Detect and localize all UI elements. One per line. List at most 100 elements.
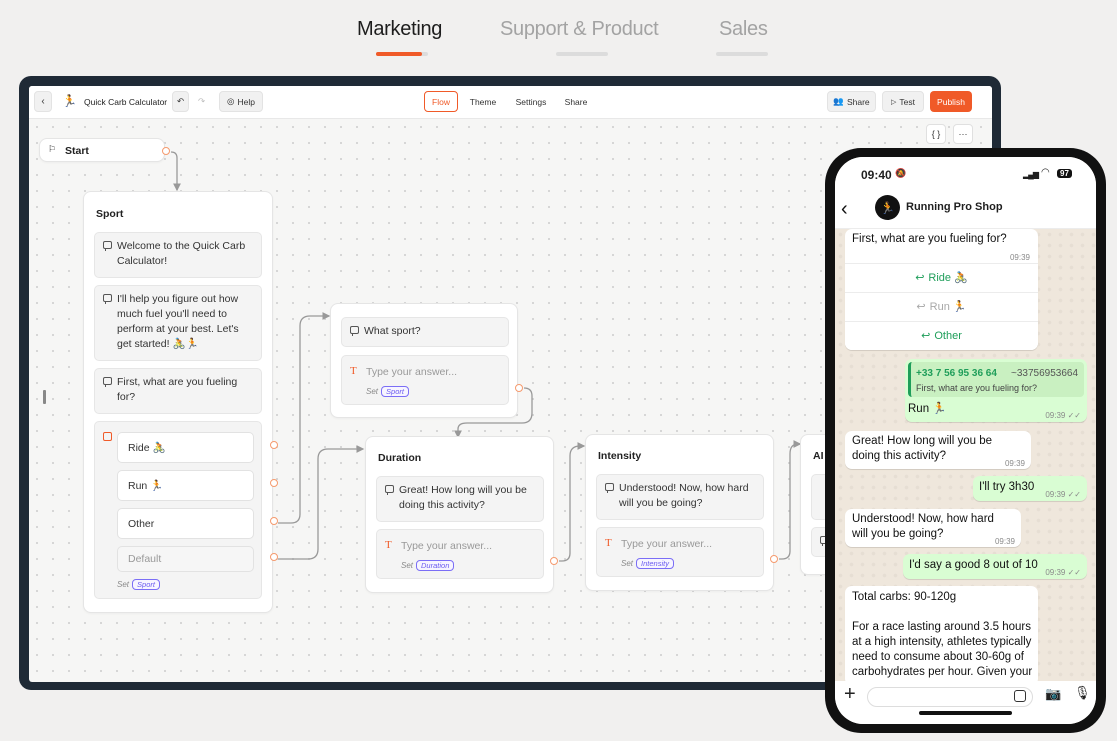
plus-icon[interactable]: +: [844, 683, 856, 706]
quoted-message[interactable]: +33 7 56 95 36 64 ~33756953664 First, wh…: [908, 362, 1084, 397]
text-input-icon: T: [350, 365, 357, 377]
sport-group[interactable]: Sport Welcome to the Quick Carb Calculat…: [83, 191, 273, 613]
incoming-message-question: First, what are you fueling for? 09:39 ↩…: [845, 229, 1038, 350]
wifi-icon: ◠: [1041, 167, 1050, 178]
choice-run[interactable]: Run 🏃: [117, 470, 254, 501]
reply-icon: ↩: [921, 329, 931, 342]
choice-ride[interactable]: Ride 🚴: [117, 432, 254, 463]
variable-tag[interactable]: Sport: [132, 579, 160, 590]
intensity-set: Set Intensity: [621, 558, 674, 569]
outgoing-message-run: +33 7 56 95 36 64 ~33756953664 First, wh…: [905, 359, 1087, 422]
variable-tag[interactable]: Sport: [381, 386, 409, 397]
microphone-icon[interactable]: 🎙: [1074, 685, 1091, 701]
intensity-title: Intensity: [598, 450, 642, 462]
what-sport-input[interactable]: T Type your answer... Set Sport: [341, 355, 509, 405]
what-sport-text: What sport?: [364, 325, 421, 337]
status-time: 09:40: [861, 168, 892, 182]
message-time: 09:39: [1004, 459, 1025, 468]
chat-area: First, what are you fueling for? 09:39 ↩…: [835, 229, 1096, 686]
set-label: Set: [621, 559, 634, 568]
text-input-icon: T: [385, 539, 392, 551]
bell-slash-icon: 🔕: [895, 168, 907, 178]
message-icon: [103, 241, 112, 251]
message-text: I'll try 3h30: [979, 481, 1035, 493]
what-sport-message[interactable]: What sport?: [341, 317, 509, 347]
quick-reply-ride[interactable]: ↩ Ride 🚴: [845, 263, 1038, 292]
message-text-body: For a race lasting around 3.5 hours at a…: [852, 621, 1033, 678]
sport-title: Sport: [96, 208, 124, 220]
ai-title: AI: [813, 450, 824, 462]
intensity-input[interactable]: T Type your answer... Set Intensity: [596, 527, 764, 577]
reply-label: Other: [934, 329, 962, 342]
sport-message-1-text: Welcome to the Quick Carb Calculator!: [117, 240, 246, 267]
quote-alias: ~33756953664: [1011, 368, 1079, 379]
set-label: Set: [366, 387, 379, 396]
tab-support-indicator: [556, 52, 608, 56]
set-label: Set: [117, 580, 130, 589]
battery-icon: 97: [1057, 169, 1072, 178]
reply-label: Ride 🚴: [928, 271, 968, 284]
sport-message-2[interactable]: I'll help you figure out how much fuel y…: [94, 285, 262, 361]
sport-message-1[interactable]: Welcome to the Quick Carb Calculator!: [94, 232, 262, 278]
intensity-message[interactable]: Understood! Now, how hard will you be go…: [596, 474, 764, 520]
duration-group[interactable]: Duration Great! How long will you be doi…: [365, 436, 554, 593]
message-text: Run 🏃: [908, 403, 947, 415]
message-text: First, what are you fueling for?: [852, 233, 1007, 245]
message-icon: [385, 485, 394, 495]
duration-input[interactable]: T Type your answer... Set Duration: [376, 529, 544, 579]
set-label: Set: [401, 561, 414, 570]
whatsapp-screen: 09:40 🔕 ▂▄▆ ◠ 97 ‹ 🏃 Running Pro Shop Fi…: [835, 157, 1096, 724]
duration-text: Great! How long will you be doing this a…: [399, 484, 527, 511]
tab-support-product[interactable]: Support & Product: [500, 18, 659, 41]
tab-sales-indicator: [716, 52, 768, 56]
message-icon: [350, 326, 359, 336]
tab-sales[interactable]: Sales: [719, 18, 768, 41]
message-input[interactable]: [867, 687, 1033, 707]
what-sport-group[interactable]: What sport? T Type your answer... Set Spo…: [330, 303, 518, 418]
message-time: 09:39 ✓✓: [1045, 568, 1081, 577]
sticker-icon[interactable]: [1014, 690, 1026, 702]
variable-tag[interactable]: Duration: [416, 560, 455, 571]
sport-message-3-text: First, what are you fueling for?: [117, 376, 238, 403]
ride-port[interactable]: [270, 441, 278, 449]
what-sport-port[interactable]: [515, 384, 523, 392]
quick-reply-other[interactable]: ↩ Other: [845, 321, 1038, 350]
message-icon: [605, 483, 614, 493]
tab-marketing[interactable]: Marketing: [357, 18, 442, 41]
choice-default[interactable]: Default: [117, 546, 254, 572]
sport-message-2-text: I'll help you figure out how much fuel y…: [117, 293, 239, 350]
other-port[interactable]: [270, 517, 278, 525]
camera-icon[interactable]: 📷: [1045, 686, 1061, 702]
quick-reply-run[interactable]: ↩ Run 🏃: [845, 292, 1038, 321]
variable-tag[interactable]: Intensity: [636, 558, 674, 569]
message-text: Great! How long will you be doing this a…: [852, 435, 992, 462]
message-text: I'd say a good 8 out of 10: [909, 559, 1038, 571]
composer-bar: + 📷 🎙: [835, 681, 1096, 724]
quote-name: +33 7 56 95 36 64: [916, 368, 997, 379]
incoming-message-intensity: Understood! Now, how hard will you be go…: [845, 509, 1021, 547]
sport-message-3[interactable]: First, what are you fueling for?: [94, 368, 262, 414]
default-port[interactable]: [270, 553, 278, 561]
duration-port[interactable]: [550, 557, 558, 565]
home-indicator: [919, 711, 1012, 715]
top-tabs: Marketing Support & Product Sales: [0, 0, 1117, 70]
back-chevron-icon[interactable]: ‹: [841, 198, 848, 221]
run-port[interactable]: [270, 479, 278, 487]
message-icon: [103, 377, 112, 387]
contact-name[interactable]: Running Pro Shop: [906, 201, 1003, 213]
text-input-icon: T: [605, 537, 612, 549]
sport-set-variable: Set Sport: [117, 579, 160, 590]
tab-marketing-indicator: [376, 52, 428, 56]
contact-avatar[interactable]: 🏃: [875, 195, 900, 220]
start-output-port[interactable]: [162, 147, 170, 155]
message-time: 09:39 ✓✓: [1045, 411, 1081, 420]
choice-other[interactable]: Other: [117, 508, 254, 539]
start-node[interactable]: ⚐ Start: [39, 138, 165, 162]
message-text: Understood! Now, how hard will you be go…: [852, 513, 994, 540]
chat-header: ‹ 🏃 Running Pro Shop: [835, 193, 1096, 229]
intensity-port[interactable]: [770, 555, 778, 563]
sport-choice-block[interactable]: Ride 🚴 Run 🏃 Other Default Set Sport: [94, 421, 262, 599]
duration-message[interactable]: Great! How long will you be doing this a…: [376, 476, 544, 522]
reply-icon: ↩: [916, 300, 926, 313]
intensity-group[interactable]: Intensity Understood! Now, how hard will…: [585, 434, 774, 591]
